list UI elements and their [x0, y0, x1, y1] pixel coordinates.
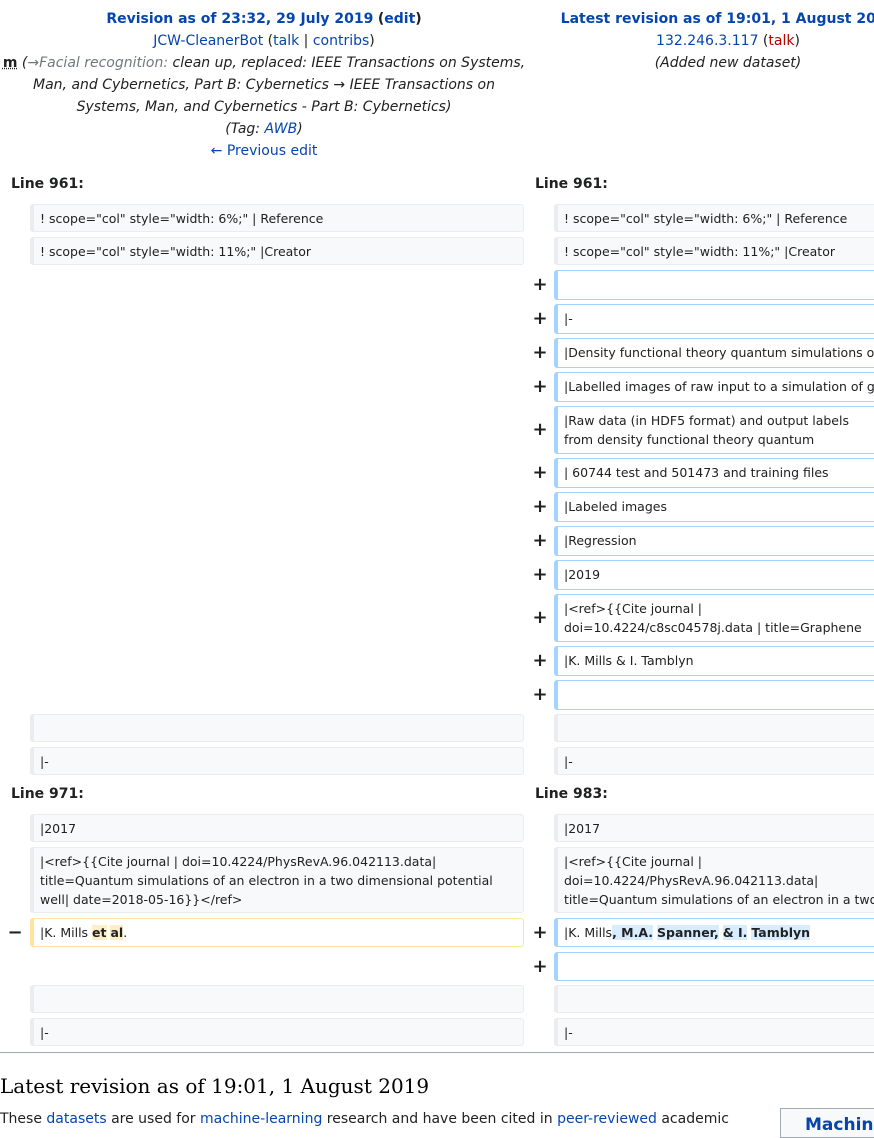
context-line: |-	[554, 747, 874, 775]
user-link[interactable]: JCW-CleanerBot	[153, 33, 263, 49]
added-marker: +	[532, 684, 548, 705]
added-line: |Regression	[554, 526, 874, 556]
tag-label: Tag:	[230, 121, 261, 137]
added-word: Tamblyn	[751, 925, 811, 940]
deleted-marker: −	[7, 922, 23, 943]
user-talk-link[interactable]: talk	[273, 33, 299, 49]
old-revision-header: Revision as of 23:32, 29 July 2019 (edit…	[0, 8, 528, 162]
peer-reviewed-link[interactable]: peer-reviewed	[557, 1111, 657, 1127]
added-marker: +	[532, 650, 548, 671]
context-line: ! scope="col" style="width: 11%;" |Creat…	[554, 237, 874, 265]
context-line: |-	[30, 1018, 524, 1046]
added-marker: +	[532, 462, 548, 483]
context-line: |-	[30, 747, 524, 775]
new-revision-header: Latest revision as of 19:01, 1 August 20…	[528, 8, 874, 74]
divider	[0, 1052, 874, 1053]
line-number-right: Line 983:	[535, 786, 608, 802]
section-link[interactable]: →Facial recognition:	[27, 55, 168, 71]
added-marker: +	[532, 530, 548, 551]
deleted-text: .	[123, 925, 128, 940]
added-marker: +	[532, 956, 548, 977]
tag-awb-link[interactable]: AWB	[264, 121, 297, 137]
added-line	[554, 952, 874, 981]
ip-user-link[interactable]: 132.246.3.117	[656, 33, 758, 49]
added-marker: +	[532, 342, 548, 363]
context-line: |2017	[30, 814, 524, 842]
added-marker: +	[532, 607, 548, 628]
context-line: |-	[554, 1018, 874, 1046]
context-line	[30, 714, 524, 742]
minor-edit-marker: m	[2, 55, 18, 71]
added-line: |2019	[554, 560, 874, 590]
page-heading: Latest revision as of 19:01, 1 August 20…	[0, 1074, 430, 1098]
added-marker: +	[532, 376, 548, 397]
context-line	[554, 714, 874, 742]
added-marker: +	[532, 308, 548, 329]
edit-summary: m (→Facial recognition: clean up, replac…	[2, 55, 526, 115]
infobox-sidebar[interactable]: Machine	[780, 1108, 874, 1138]
machine-learning-link[interactable]: machine-learning	[200, 1111, 322, 1127]
added-line: |-	[554, 304, 874, 334]
added-word: Spanner,	[657, 925, 719, 940]
context-line: |<ref>{{Cite journal | doi=10.4224/PhysR…	[30, 847, 524, 913]
context-line: ! scope="col" style="width: 6%;" | Refer…	[554, 204, 874, 232]
ip-talk-link[interactable]: talk	[768, 33, 794, 49]
datasets-link[interactable]: datasets	[46, 1111, 106, 1127]
added-line: | 60744 test and 501473 and training fil…	[554, 458, 874, 488]
context-line: |2017	[554, 814, 874, 842]
deleted-text: |K. Mills	[40, 925, 93, 940]
previous-edit-link[interactable]: ← Previous edit	[211, 143, 318, 159]
added-text: |K. Mills	[564, 925, 613, 940]
context-line: |<ref>{{Cite journal | doi=10.4224/PhysR…	[554, 847, 874, 913]
added-line: |Raw data (in HDF5 format) and output la…	[554, 406, 874, 454]
line-number-left: Line 971:	[11, 786, 84, 802]
added-line: |Density functional theory quantum simul…	[554, 338, 874, 368]
line-number-right: Line 961:	[535, 176, 608, 192]
added-word: & I.	[722, 925, 748, 940]
context-line: ! scope="col" style="width: 6%;" | Refer…	[30, 204, 524, 232]
deleted-line: |K. Mills et al.	[30, 918, 524, 947]
added-line: |<ref>{{Cite journal | doi=10.4224/c8sc0…	[554, 594, 874, 642]
user-contribs-link[interactable]: contribs	[313, 33, 369, 49]
added-line	[554, 270, 874, 300]
added-line: |K. Mills, M.A. Spanner, & I. Tamblyn	[554, 918, 874, 947]
deleted-word: et	[92, 925, 107, 940]
context-line	[554, 985, 874, 1013]
line-number-left: Line 961:	[11, 176, 84, 192]
added-marker: +	[532, 419, 548, 440]
added-word: , M.A.	[612, 925, 654, 940]
context-line	[30, 985, 524, 1013]
intro-paragraph: These datasets are used for machine-lear…	[0, 1111, 729, 1127]
deleted-word: al	[110, 925, 124, 940]
new-edit-summary: (Added new dataset)	[654, 55, 802, 71]
added-marker: +	[532, 922, 548, 943]
added-marker: +	[532, 274, 548, 295]
added-marker: +	[532, 564, 548, 585]
added-line: |Labeled images	[554, 492, 874, 522]
added-line	[554, 680, 874, 710]
added-marker: +	[532, 496, 548, 517]
old-revision-link[interactable]: Revision as of 23:32, 29 July 2019	[106, 11, 373, 27]
added-line: |Labelled images of raw input to a simul…	[554, 372, 874, 402]
added-line: |K. Mills & I. Tamblyn	[554, 646, 874, 676]
latest-revision-link[interactable]: Latest revision as of 19:01, 1 August 20…	[561, 11, 874, 27]
edit-link[interactable]: edit	[384, 11, 415, 27]
context-line: ! scope="col" style="width: 11%;" |Creat…	[30, 237, 524, 265]
